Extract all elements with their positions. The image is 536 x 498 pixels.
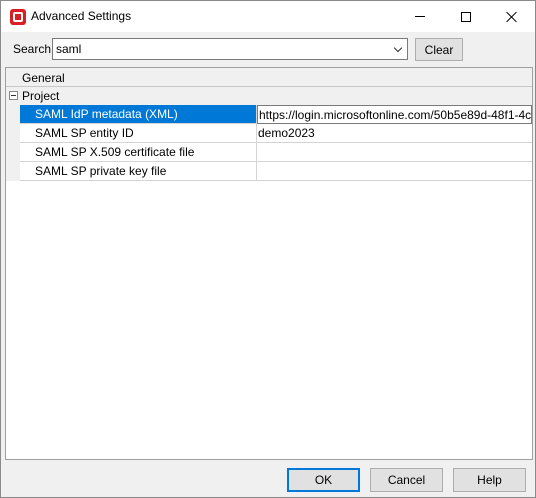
property-row-saml-sp-private-key[interactable]: SAML SP private key file xyxy=(6,162,532,181)
property-grid: General Project SAML IdP metadata (XML) … xyxy=(5,67,533,460)
advanced-settings-dialog: Advanced Settings Search Clear General P… xyxy=(0,0,536,498)
close-icon xyxy=(506,11,518,23)
close-button[interactable] xyxy=(489,1,535,32)
property-value-editor[interactable]: https://login.microsoftonline.com/50b5e8… xyxy=(257,105,532,124)
minimize-icon xyxy=(415,16,425,17)
search-combobox[interactable] xyxy=(52,38,408,60)
window-title: Advanced Settings xyxy=(31,9,132,23)
ok-button[interactable]: OK xyxy=(287,468,360,492)
title-bar[interactable]: Advanced Settings xyxy=(1,1,535,32)
chevron-down-icon xyxy=(393,43,403,52)
property-name[interactable]: SAML SP private key file xyxy=(20,162,257,181)
collapse-icon[interactable] xyxy=(9,91,18,100)
maximize-icon xyxy=(461,11,471,22)
search-dropdown-button[interactable] xyxy=(389,39,407,59)
app-logo-icon xyxy=(10,9,26,25)
property-row-saml-idp-metadata[interactable]: SAML IdP metadata (XML) https://login.mi… xyxy=(6,105,532,124)
group-row-project[interactable]: Project xyxy=(6,87,532,105)
property-row-saml-sp-entity-id[interactable]: SAML SP entity ID demo2023 xyxy=(6,124,532,143)
property-value[interactable] xyxy=(257,162,532,181)
search-input[interactable] xyxy=(54,40,384,58)
minimize-button[interactable] xyxy=(397,1,443,32)
property-value[interactable]: demo2023 xyxy=(257,124,532,143)
property-name[interactable]: SAML IdP metadata (XML) xyxy=(20,105,257,124)
property-name[interactable]: SAML SP entity ID xyxy=(20,124,257,143)
property-name[interactable]: SAML SP X.509 certificate file xyxy=(20,143,257,162)
group-label: Project xyxy=(22,89,60,103)
cancel-button[interactable]: Cancel xyxy=(370,468,443,492)
search-label: Search xyxy=(13,42,52,56)
property-row-saml-sp-certificate[interactable]: SAML SP X.509 certificate file xyxy=(6,143,532,162)
grid-category-header[interactable]: General xyxy=(6,68,532,87)
clear-button[interactable]: Clear xyxy=(415,38,463,61)
maximize-button[interactable] xyxy=(443,1,489,32)
grid-header-label: General xyxy=(22,71,65,85)
property-value[interactable] xyxy=(257,143,532,162)
help-button[interactable]: Help xyxy=(453,468,526,492)
